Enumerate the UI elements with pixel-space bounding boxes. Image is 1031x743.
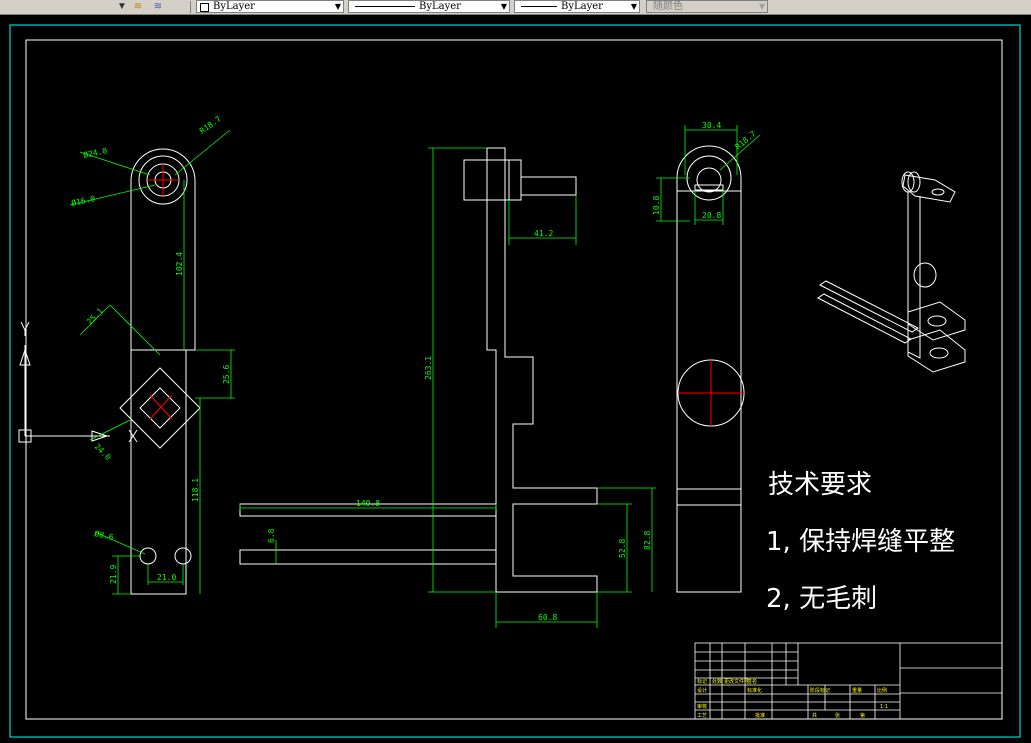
dim-dia-24: Ø24.0 [82,145,108,160]
layer-dropdown-arrow[interactable]: ▼ [114,0,130,13]
title-block-text: 标记 处数 更改文件号 签名 设计 标准化 阶段标记 重量 比例 审核 工艺 批… [697,678,888,719]
dim-60-8: 60.8 [538,613,557,622]
layer-previous-icon[interactable]: ≋ [150,0,166,13]
layer-states-icon[interactable]: ≋ [130,0,146,13]
tb-count: 处数 [712,678,722,685]
left-view-centerlines [147,164,179,420]
dim-6-8: 6.8 [267,528,276,543]
dim-149-8: 149.8 [356,499,380,508]
dim-21-9: 21.9 [109,565,118,584]
dim-52-8: 52.8 [618,539,627,558]
tb-design: 设计 [697,687,707,694]
plotstyle-control: 随颜色 ▼ [646,0,768,13]
linetype-preview [355,6,415,7]
middle-view-dimension-lines [239,147,656,628]
tb-approve: 批准 [755,712,765,719]
dim-24-0: 24.0 [93,442,113,462]
technical-notes: 技术要求 1, 保持焊缝平整 2, 无毛刺 [766,470,955,614]
color-swatch-icon [200,3,209,12]
sheet-outer-frame [9,24,1021,738]
sheet-inner-frame [25,39,1003,720]
linetype-control[interactable]: ByLayer ▼ [348,0,510,13]
tb-sheets: 张 [835,712,840,719]
tb-review: 审核 [697,703,707,710]
tb-total: 共 [812,712,817,719]
notes-item-2: 2, 无毛刺 [766,584,877,614]
dim-20-8: 20.8 [702,211,721,220]
isometric-view [817,171,966,373]
dim-21-0: 21.0 [157,573,176,582]
dim-82-8: 82.8 [643,531,652,550]
dim-dia-8: Ø8.6 [94,528,115,542]
dim-dia-16: Ø16.0 [70,193,96,208]
dim-30-4: 30.4 [702,121,721,130]
ucs-icon [18,321,138,443]
drawing-canvas[interactable]: Ø24.0 R18.7 Ø16.0 102.4 25.1 25.6 24.0 1… [0,15,1031,743]
tb-scale: 比例 [877,687,887,694]
color-control[interactable]: ByLayer ▼ [196,0,344,13]
toolbar-separator [190,1,191,13]
notes-title: 技术要求 [768,470,872,500]
middle-view-dimension-text: 263.1 41.2 149.8 6.8 52.8 82.8 60.8 [267,229,652,622]
chevron-down-icon[interactable]: ▼ [631,1,637,12]
dim-length-102: 102.4 [175,252,184,276]
tb-stage-mark: 阶段标记 [810,687,830,694]
plotstyle-control-value: 随颜色 [653,1,683,12]
notes-item-1: 1, 保持焊缝平整 [766,527,955,557]
dim-length-118: 118.1 [191,478,200,502]
properties-toolbar: ▼ ≋ ≋ ByLayer ▼ ByLayer ▼ ByLayer ▼ 随颜色 … [0,0,1031,15]
tb-process: 工艺 [697,713,707,719]
tb-mark: 标记 [697,678,707,685]
dim-25-1: 25.1 [85,306,105,326]
middle-view-geometry [239,147,598,593]
tb-weight: 重量 [852,687,862,694]
tb-signature: 签名 [747,678,757,685]
chevron-down-icon[interactable]: ▼ [501,1,507,12]
dim-41-2: 41.2 [534,229,553,238]
dim-10-8: 10.8 [652,196,661,215]
tb-scale-value: 1:1 [880,704,888,710]
lineweight-preview [521,6,557,7]
left-view-geometry [119,148,201,595]
dim-radius-18: R18.7 [198,114,223,135]
dim-25-6: 25.6 [222,365,231,384]
lineweight-control-value: ByLayer [561,1,603,12]
linetype-control-value: ByLayer [419,1,461,12]
chevron-down-icon[interactable]: ▼ [335,1,341,12]
left-view-dimension-text: Ø24.0 R18.7 Ø16.0 102.4 25.1 25.6 24.0 1… [70,114,231,584]
chevron-down-icon: ▼ [758,2,765,11]
tb-sheet-no: 第 [860,712,865,719]
right-view-dimension-text: 30.4 R18.7 10.8 20.8 [652,121,758,220]
color-control-value: ByLayer [213,1,255,12]
dim-height-263: 263.1 [424,356,433,380]
tb-standard: 标准化 [747,687,762,694]
tb-change-doc: 更改文件号 [724,678,749,685]
lineweight-control[interactable]: ByLayer ▼ [514,0,640,13]
